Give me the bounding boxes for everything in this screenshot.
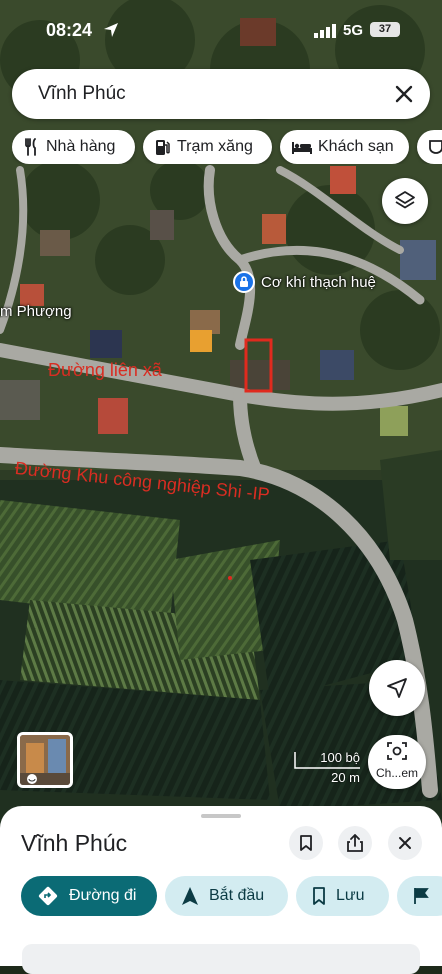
gas-station-icon: [156, 140, 170, 155]
layers-icon: [395, 191, 415, 209]
start-label: Bắt đầu: [209, 887, 265, 904]
category-chips: Nhà hàng Trạm xăng Khách sạn: [12, 130, 442, 164]
poi-marker[interactable]: Cơ khí thạch huệ: [233, 271, 376, 293]
coffee-icon: [429, 140, 442, 154]
chip-label: Nhà hàng: [46, 138, 116, 155]
my-location-button[interactable]: [369, 660, 425, 716]
sheet-drag-handle[interactable]: [201, 814, 241, 818]
bookmark-icon: [313, 887, 325, 905]
save-button[interactable]: Lưu: [296, 876, 389, 916]
street-view-thumbnail[interactable]: [17, 732, 73, 788]
bookmark-icon: [300, 835, 312, 851]
navigation-arrow-icon: [182, 887, 198, 905]
status-bar: 08:24 5G 37: [0, 0, 442, 60]
close-sheet-button[interactable]: [388, 826, 422, 860]
save-bookmark-button[interactable]: [289, 826, 323, 860]
layers-button[interactable]: [382, 178, 428, 224]
scale-meters: 20 m: [331, 770, 360, 785]
bed-icon: [292, 142, 312, 154]
chip-coffee[interactable]: [417, 130, 442, 164]
place-sheet: Vĩnh Phúc Đường đi Bắt đầu Lưu: [0, 806, 442, 974]
search-query[interactable]: Vĩnh Phúc: [38, 83, 126, 105]
place-label[interactable]: m Phượng: [0, 303, 72, 320]
share-button[interactable]: [338, 826, 372, 860]
directions-label: Đường đi: [69, 887, 137, 904]
navigation-arrow-icon: [387, 678, 407, 698]
scale-feet: 100 bộ: [320, 750, 360, 765]
lock-pin-icon: [233, 271, 255, 293]
battery-indicator: 37: [370, 22, 400, 37]
directions-icon: [38, 886, 58, 906]
flag-icon: [414, 888, 429, 904]
chip-restaurants[interactable]: Nhà hàng: [12, 130, 135, 164]
signal-bars-icon: [314, 24, 336, 38]
location-arrow-icon: [104, 23, 118, 37]
camera-lens-icon: [387, 742, 407, 760]
start-button[interactable]: Bắt đầu: [165, 876, 288, 916]
network-type: 5G: [343, 22, 364, 39]
close-icon[interactable]: [392, 82, 416, 106]
chip-hotels[interactable]: Khách sạn: [280, 130, 409, 164]
share-icon: [347, 834, 363, 852]
lens-button[interactable]: Ch...em: [368, 735, 426, 789]
place-title: Vĩnh Phúc: [21, 830, 128, 856]
flag-button[interactable]: [397, 876, 442, 916]
status-time: 08:24: [46, 20, 93, 40]
save-label: Lưu: [336, 887, 365, 904]
poi-name[interactable]: Cơ khí thạch huệ: [261, 274, 376, 291]
lens-label: Ch...em: [375, 766, 418, 780]
chip-label: Trạm xăng: [177, 138, 253, 155]
fork-knife-icon: [25, 138, 36, 156]
content-placeholder: [22, 944, 420, 974]
road-annotation-communal: Đường liên xã: [48, 360, 162, 380]
close-icon: [399, 837, 411, 849]
directions-button[interactable]: Đường đi: [21, 876, 157, 916]
chip-label: Khách sạn: [318, 138, 394, 155]
chip-gas-stations[interactable]: Trạm xăng: [143, 130, 272, 164]
search-box[interactable]: Vĩnh Phúc: [12, 69, 430, 119]
